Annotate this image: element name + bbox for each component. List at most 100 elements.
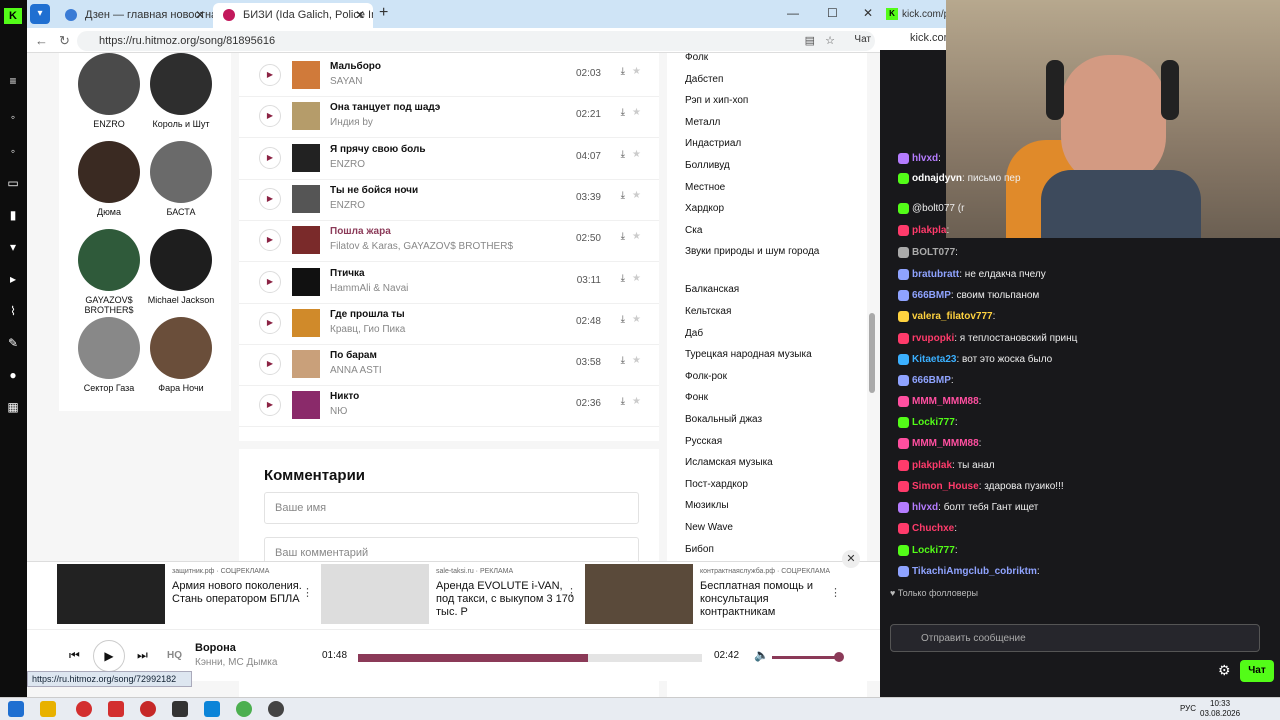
artist-card[interactable]: Сектор Газа (74, 317, 144, 393)
play-song-icon[interactable]: ▶ (259, 64, 281, 86)
send-chat-button[interactable]: Чат (1240, 660, 1274, 682)
hq-toggle[interactable]: HQ (167, 650, 182, 661)
genre-link[interactable]: Вокальный джаз (685, 413, 825, 427)
chat-username[interactable]: TikachiAmgclub_cobriktm (912, 566, 1037, 577)
genre-link[interactable]: Даб (685, 327, 825, 341)
progress-slider[interactable] (358, 654, 702, 662)
previous-track-icon[interactable]: ⏮ (69, 648, 80, 663)
ad-text[interactable]: Аренда EVOLUTE i-VAN, под такси, с выкуп… (436, 580, 576, 619)
favorite-star-icon[interactable]: ★ (632, 355, 641, 366)
favorite-star-icon[interactable]: ★ (632, 66, 641, 77)
ad-menu-icon[interactable]: ⋮ (566, 586, 577, 599)
clock[interactable]: 10:33 03.08.2026 (1200, 699, 1240, 719)
favorite-star-icon[interactable]: ★ (632, 396, 641, 407)
reader-icon[interactable]: ▤ (805, 34, 815, 47)
song-artist[interactable]: ENZRO (330, 159, 365, 170)
chart-icon[interactable]: ⌇ (3, 304, 23, 318)
song-artist[interactable]: Filatov & Karas, GAYAZOV$ BROTHER$ (330, 241, 513, 252)
genre-link[interactable]: Турецкая народная музыка (685, 348, 825, 362)
genre-link[interactable]: New Wave (685, 521, 825, 535)
tab-dropdown-icon[interactable]: ▾ (30, 4, 50, 24)
song-title[interactable]: Птичка (330, 268, 365, 279)
menu-icon[interactable]: ≡ (3, 74, 23, 88)
genre-link[interactable]: Фонк (685, 391, 825, 405)
song-title[interactable]: Мальборо (330, 61, 381, 72)
genre-link[interactable]: Металл (685, 116, 825, 130)
chat-username[interactable]: rvupopki (912, 333, 954, 344)
video-icon[interactable]: ▸ (3, 272, 23, 286)
close-icon[interactable]: ✕ (195, 8, 205, 22)
share-icon[interactable]: ◦ (3, 144, 23, 158)
download-icon[interactable]: ⤓ (621, 314, 625, 325)
play-song-icon[interactable]: ▶ (259, 146, 281, 169)
users-icon[interactable]: ● (3, 368, 23, 382)
artist-photo[interactable] (150, 141, 212, 203)
ad-card[interactable]: sale-taksi.ru · РЕКЛАМА Аренда EVOLUTE i-… (321, 564, 577, 626)
close-window-icon[interactable]: ✕ (863, 6, 873, 20)
yandex-browser-icon[interactable] (108, 701, 124, 717)
download-icon[interactable]: ⤓ (621, 149, 625, 160)
language-indicator[interactable]: РУС (1180, 704, 1196, 713)
download-icon[interactable]: ⤓ (621, 396, 625, 407)
song-artist[interactable]: HammAli & Navai (330, 283, 408, 294)
song-artist[interactable]: SAYAN (330, 76, 362, 87)
song-title[interactable]: По барам (330, 350, 377, 361)
artist-photo[interactable] (78, 53, 140, 115)
chat-username[interactable]: valera_filatov777 (912, 311, 993, 322)
genre-link[interactable]: Фолк (685, 53, 825, 65)
ad-image[interactable] (321, 564, 429, 624)
close-icon[interactable]: ✕ (355, 8, 365, 22)
settings-gear-icon[interactable]: ⚙ (1218, 662, 1231, 679)
favorite-star-icon[interactable]: ★ (632, 190, 641, 201)
close-ad-icon[interactable]: ✕ (842, 550, 860, 568)
song-title[interactable]: Пошла жара (330, 226, 391, 237)
play-song-icon[interactable]: ▶ (259, 187, 281, 210)
chrome-icon[interactable] (236, 701, 252, 717)
genre-link[interactable]: Индастриал (685, 137, 825, 151)
download-icon[interactable]: ⤓ (621, 190, 625, 201)
ad-menu-icon[interactable]: ⋮ (830, 586, 841, 599)
artist-photo[interactable] (78, 229, 140, 291)
trophy-icon[interactable]: ▾ (3, 240, 23, 254)
chat-username[interactable]: hlvxd (912, 153, 938, 164)
genre-link[interactable]: Болливуд (685, 159, 825, 173)
tab-dzen[interactable]: Дзен — главная новостная инф ✕ (55, 3, 213, 28)
song-artist[interactable]: Кравц, Гио Пика (330, 324, 405, 335)
download-icon[interactable]: ⤓ (621, 231, 625, 242)
download-icon[interactable]: ⤓ (621, 66, 625, 77)
chat-username[interactable]: hlvxd (912, 502, 938, 513)
song-title[interactable]: Ты не бойся ночи (330, 185, 418, 196)
genre-link[interactable]: Пост-хардкор (685, 478, 825, 492)
yandex-icon[interactable] (76, 701, 92, 717)
opera-icon[interactable] (140, 701, 156, 717)
scrollbar[interactable] (869, 313, 875, 393)
chat-username[interactable]: 666BMP (912, 375, 951, 386)
grid-icon[interactable]: ▦ (3, 400, 23, 414)
chat-username[interactable]: plakpla (912, 225, 946, 236)
favorite-star-icon[interactable]: ★ (632, 314, 641, 325)
song-title[interactable]: Я прячу свою боль (330, 144, 426, 155)
chat-username[interactable]: odnajdyvn (912, 173, 962, 184)
artist-photo[interactable] (78, 141, 140, 203)
artist-photo[interactable] (150, 229, 212, 291)
genre-link[interactable]: Хардкор (685, 202, 825, 216)
song-title[interactable]: Где прошла ты (330, 309, 405, 320)
chat-username[interactable]: Locki777 (912, 545, 955, 556)
genre-link[interactable]: Мюзиклы (685, 499, 825, 513)
artist-card[interactable]: Michael Jackson (146, 229, 216, 305)
ad-text[interactable]: Бесплатная помощь и консультация контрак… (700, 580, 840, 619)
genre-link[interactable]: Кельтская (685, 305, 825, 319)
explorer-icon[interactable] (40, 701, 56, 717)
ad-image[interactable] (585, 564, 693, 624)
play-song-icon[interactable]: ▶ (259, 270, 281, 293)
chat-username[interactable]: MMM_MMM88 (912, 396, 979, 407)
chat-username[interactable]: BOLT077 (912, 247, 955, 258)
ad-menu-icon[interactable]: ⋮ (302, 586, 313, 599)
favorite-star-icon[interactable]: ★ (632, 149, 641, 160)
stats-icon[interactable]: ▮ (3, 208, 23, 222)
tools-icon[interactable]: ✎ (3, 336, 23, 350)
favorite-star-icon[interactable]: ★ (632, 231, 641, 242)
obs-icon[interactable] (268, 701, 284, 717)
chat-username[interactable]: MMM_MMM88 (912, 438, 979, 449)
download-icon[interactable]: ⤓ (621, 273, 625, 284)
